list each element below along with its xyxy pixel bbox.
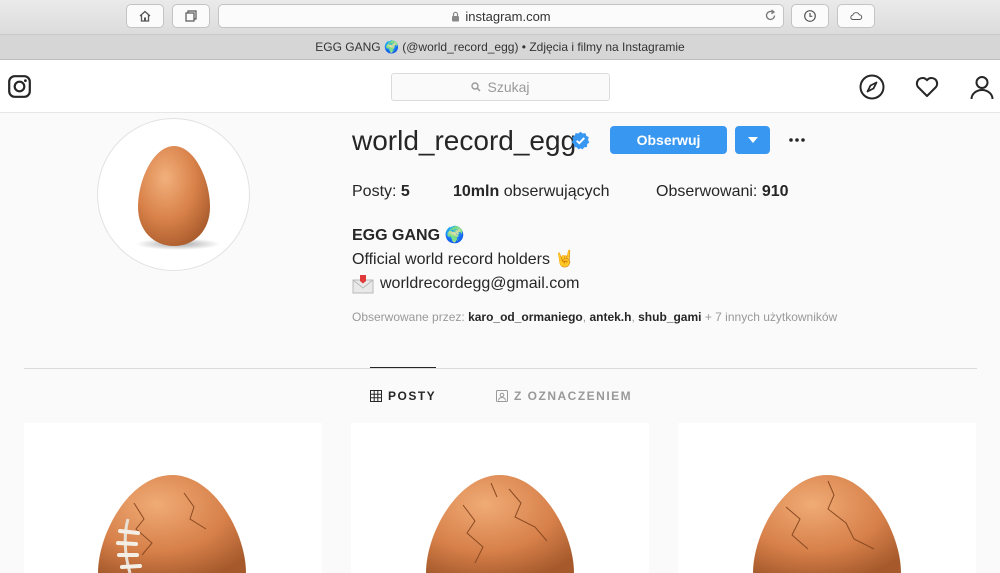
more-dots-icon (789, 138, 805, 142)
home-icon (139, 10, 151, 22)
url-text: instagram.com (465, 8, 551, 24)
search-input[interactable]: Szukaj (391, 73, 610, 101)
followed-by-user[interactable]: antek.h (589, 310, 631, 324)
profile-username: world_record_egg (352, 125, 577, 156)
posts-value: 5 (400, 183, 410, 200)
egg-avatar-image (136, 146, 220, 250)
tabs-icon (185, 10, 197, 22)
search-placeholder: Szukaj (487, 79, 530, 95)
following-count[interactable]: Obserwowani: 910 (656, 183, 789, 201)
active-tab-indicator (370, 367, 436, 368)
posts-label: Posty: (352, 183, 397, 200)
icloud-tabs-button[interactable] (837, 4, 875, 28)
followers-label: obserwujących (503, 183, 610, 200)
bio-email-line: worldrecordegg@gmail.com (352, 274, 579, 294)
instagram-logo-icon[interactable] (8, 75, 31, 98)
history-button[interactable] (791, 4, 829, 28)
clock-icon (804, 10, 816, 22)
tab-tagged-label: Z OZNACZENIEM (514, 389, 633, 403)
football-egg-image (98, 475, 246, 573)
post-thumbnail[interactable] (351, 423, 649, 573)
more-options-button[interactable] (787, 130, 807, 150)
triangle-down-icon (747, 137, 758, 143)
cracked-egg-image (426, 475, 574, 573)
home-button[interactable] (126, 4, 164, 28)
grid-icon (370, 390, 382, 402)
cracked-egg-image (753, 475, 901, 573)
tab-tagged[interactable]: Z OZNACZENIEM (496, 389, 632, 403)
follow-button[interactable]: Obserwuj (610, 126, 727, 154)
profile-avatar[interactable] (97, 118, 250, 271)
post-thumbnail[interactable] (24, 423, 322, 573)
following-label: Obserwowani: (656, 183, 758, 200)
browser-toolbar: instagram.com (0, 0, 1000, 35)
followed-by[interactable]: Obserwowane przez: karo_od_ormaniego, an… (352, 310, 837, 324)
post-thumbnail[interactable] (678, 423, 976, 573)
profile-full-name: EGG GANG 🌍 (352, 227, 465, 244)
bio-line: Official world record holders 🤘 (352, 251, 575, 268)
browser-tab[interactable]: EGG GANG 🌍 (@world_record_egg) • Zdjęcia… (0, 35, 1000, 60)
envelope-icon (352, 275, 374, 294)
profile-tabs-divider (24, 368, 977, 369)
tabs-overview-button[interactable] (172, 4, 210, 28)
instagram-header: Szukaj (0, 60, 1000, 113)
tab-posts[interactable]: POSTY (370, 389, 436, 403)
explore-compass-icon[interactable] (859, 74, 885, 100)
tagged-user-icon (496, 390, 508, 402)
followed-by-label: Obserwowane przez: (352, 310, 465, 324)
address-bar[interactable]: instagram.com (218, 4, 784, 28)
heart-icon[interactable] (914, 74, 940, 100)
tab-title: EGG GANG 🌍 (@world_record_egg) • Zdjęcia… (315, 40, 685, 54)
followers-value: 10mln (453, 183, 500, 200)
followed-by-user[interactable]: karo_od_ormaniego (468, 310, 583, 324)
lock-icon (452, 11, 460, 21)
cloud-icon (850, 12, 863, 20)
followed-by-more[interactable]: + 7 innych użytkowników (705, 310, 837, 324)
tab-posts-label: POSTY (388, 389, 437, 403)
following-value: 910 (761, 183, 789, 200)
followed-by-user[interactable]: shub_gami (638, 310, 701, 324)
profile-icon[interactable] (969, 74, 995, 100)
verified-badge-icon (571, 131, 590, 150)
reload-icon[interactable] (764, 9, 777, 22)
followers-count[interactable]: 10mln obserwujących (453, 183, 610, 201)
suggested-accounts-button[interactable] (735, 126, 770, 154)
search-icon (471, 82, 482, 92)
posts-count: Posty: 5 (352, 183, 410, 201)
bio-email[interactable]: worldrecordegg@gmail.com (380, 275, 579, 293)
